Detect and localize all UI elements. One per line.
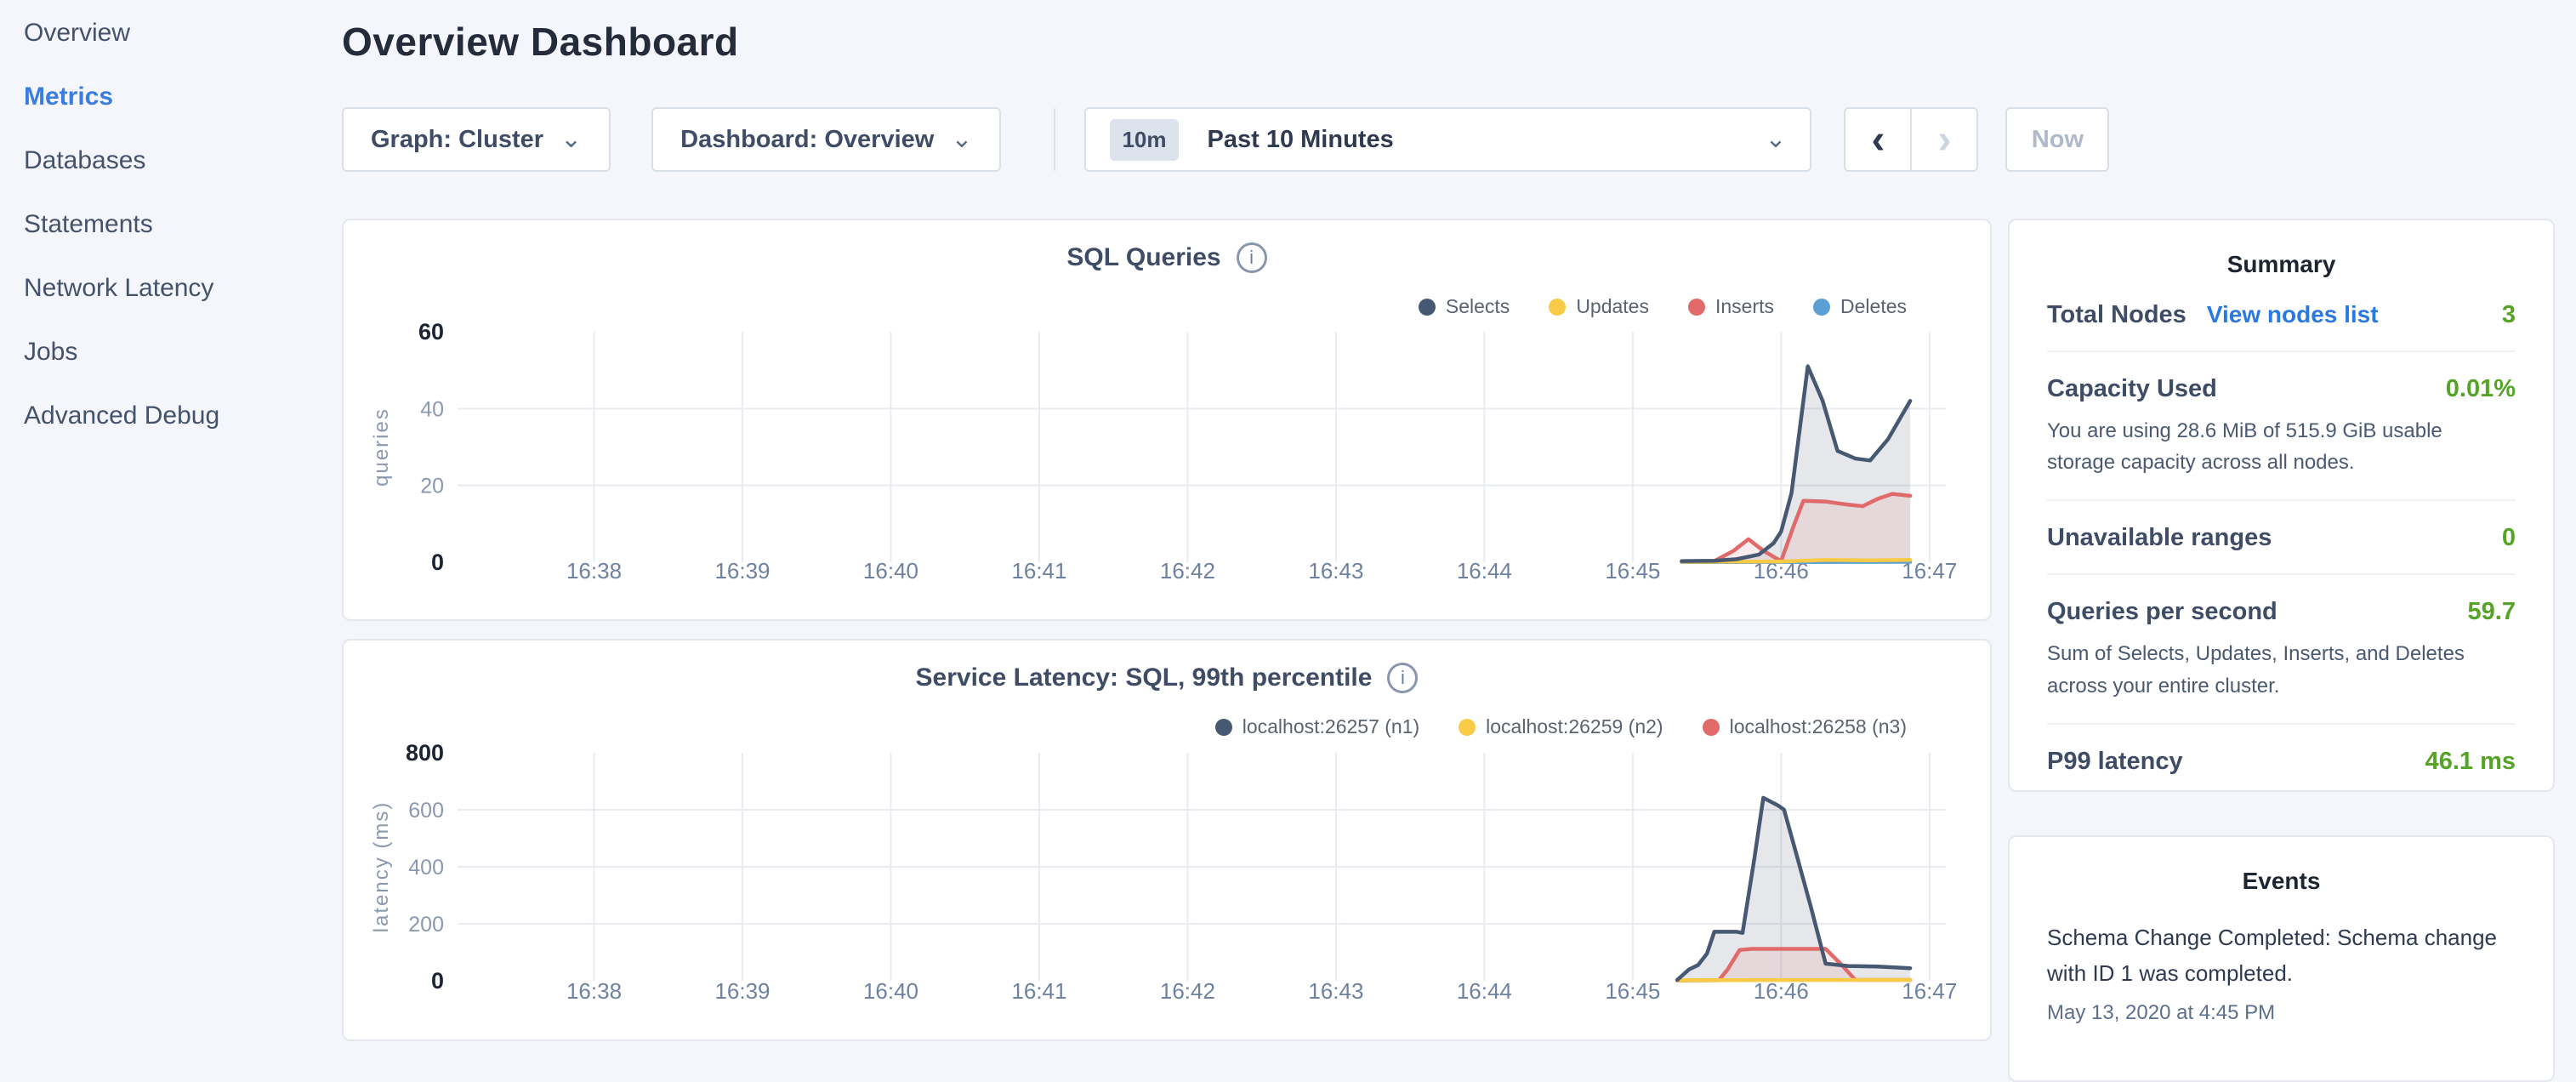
y-tick-label: 20: [420, 475, 444, 498]
x-tick-label: 16:39: [714, 978, 770, 1004]
sidebar-item-network-latency[interactable]: Network Latency: [0, 256, 337, 320]
events-panel: Events Schema Change Completed: Schema c…: [2008, 835, 2555, 1082]
time-range-label: Past 10 Minutes: [1208, 126, 1394, 154]
x-tick-label: 16:41: [1011, 558, 1066, 584]
event-item[interactable]: Schema Change Completed: Schema change w…: [2047, 920, 2516, 1025]
x-tick-label: 16:41: [1011, 978, 1066, 1004]
summary-row-value: 46.1 ms: [2425, 748, 2516, 776]
y-axis-title: latency (ms): [370, 801, 393, 933]
x-tick-label: 16:46: [1754, 978, 1809, 1004]
sql-queries-chart-card: SQL Queries i SelectsUpdatesInsertsDelet…: [342, 219, 1992, 621]
x-tick-label: 16:45: [1605, 978, 1660, 1004]
y-tick-label: 60: [418, 319, 444, 345]
x-tick-label: 16:40: [863, 558, 918, 584]
time-nav-group: ‹ ›: [1844, 107, 1978, 172]
service-latency-plot[interactable]: 16:38 16:39 16:40 16:41 16:42 16:43 16:44 16:45…: [344, 641, 1990, 1039]
sidebar: OverviewMetricsDatabasesStatementsNetwor…: [0, 0, 337, 447]
view-nodes-link[interactable]: View nodes list: [2207, 301, 2379, 328]
x-tick-label: 16:39: [714, 558, 770, 584]
y-tick-label: 0: [431, 550, 444, 575]
event-timestamp: May 13, 2020 at 4:45 PM: [2047, 1001, 2516, 1025]
x-tick-label: 16:38: [566, 978, 622, 1004]
summary-row-label: Unavailable ranges: [2047, 524, 2272, 552]
controls-divider: [1054, 108, 1055, 171]
x-tick-label: 16:40: [863, 978, 918, 1004]
sidebar-item-advanced-debug[interactable]: Advanced Debug: [0, 384, 337, 447]
x-tick-label: 16:47: [1902, 978, 1957, 1004]
summary-row: Unavailable ranges 0: [2047, 501, 2516, 575]
summary-row-label: Queries per second: [2047, 598, 2277, 626]
summary-panel: Summary Total Nodes View nodes list 3 Capac…: [2008, 219, 2555, 792]
chevron-down-icon: ⌄: [1765, 127, 1786, 152]
events-title: Events: [2047, 868, 2516, 895]
y-tick-label: 600: [408, 799, 444, 823]
time-back-button[interactable]: ‹: [1845, 109, 1912, 170]
summary-row-label: Capacity Used: [2047, 375, 2217, 403]
summary-row-value: 0.01%: [2446, 375, 2516, 403]
summary-row: P99 latency 46.1 ms: [2047, 725, 2516, 797]
dashboard-dropdown-label: Dashboard: Overview: [680, 126, 934, 154]
y-tick-label: 200: [408, 913, 444, 937]
chevron-down-icon: ⌄: [951, 127, 972, 152]
sidebar-nav: OverviewMetricsDatabasesStatementsNetwor…: [0, 1, 337, 447]
summary-row: Queries per second 59.7 Sum of Selects, Up…: [2047, 575, 2516, 724]
x-tick-label: 16:45: [1605, 558, 1660, 584]
time-forward-button[interactable]: ›: [1912, 109, 1976, 170]
summary-row: Total Nodes View nodes list 3: [2047, 278, 2516, 352]
summary-title: Summary: [2047, 251, 2516, 278]
controls-bar: Graph: Cluster ⌄ Dashboard: Overview ⌄ 1…: [342, 107, 2109, 172]
summary-row-value: 59.7: [2468, 598, 2516, 626]
service-latency-chart-card: Service Latency: SQL, 99th percentile i …: [342, 639, 1992, 1041]
summary-row-description: You are using 28.6 MiB of 515.9 GiB usab…: [2047, 415, 2516, 478]
dashboard-dropdown[interactable]: Dashboard: Overview ⌄: [651, 107, 1001, 172]
summary-row-value: 3: [2502, 301, 2516, 329]
sql-queries-plot[interactable]: 16:38 16:39 16:40 16:41 16:42 16:43 16:44 16:45…: [344, 220, 1990, 619]
x-tick-label: 16:42: [1160, 978, 1215, 1004]
summary-row-description: Sum of Selects, Updates, Inserts, and De…: [2047, 638, 2516, 701]
y-tick-label: 800: [406, 740, 444, 766]
x-tick-label: 16:44: [1457, 978, 1512, 1004]
time-range-dropdown[interactable]: 10m Past 10 Minutes ⌄: [1084, 107, 1811, 172]
summary-rows: Total Nodes View nodes list 3 Capacity Used…: [2047, 278, 2516, 797]
sidebar-item-overview[interactable]: Overview: [0, 1, 337, 65]
graph-dropdown[interactable]: Graph: Cluster ⌄: [342, 107, 611, 172]
x-tick-label: 16:43: [1308, 558, 1363, 584]
time-range-badge: 10m: [1110, 119, 1178, 161]
events-list: Schema Change Completed: Schema change w…: [2047, 920, 2516, 1025]
y-tick-label: 400: [408, 856, 444, 880]
y-tick-label: 0: [431, 968, 444, 994]
summary-row-label: Total Nodes: [2047, 301, 2186, 329]
x-tick-label: 16:42: [1160, 558, 1215, 584]
summary-row-label: P99 latency: [2047, 748, 2183, 776]
page-title: Overview Dashboard: [342, 19, 739, 65]
x-tick-label: 16:38: [566, 558, 622, 584]
y-tick-label: 40: [420, 397, 444, 421]
y-axis-title: queries: [370, 407, 393, 487]
event-text: Schema Change Completed: Schema change w…: [2047, 920, 2516, 991]
now-button[interactable]: Now: [2005, 107, 2109, 172]
sidebar-item-databases[interactable]: Databases: [0, 128, 337, 192]
sidebar-item-statements[interactable]: Statements: [0, 192, 337, 256]
summary-row: Capacity Used 0.01% You are using 28.6 MiB…: [2047, 352, 2516, 501]
sidebar-item-jobs[interactable]: Jobs: [0, 320, 337, 384]
summary-row-value: 0: [2502, 524, 2516, 552]
graph-dropdown-label: Graph: Cluster: [371, 126, 543, 154]
sidebar-item-metrics[interactable]: Metrics: [0, 65, 337, 128]
chevron-down-icon: ⌄: [560, 127, 582, 152]
x-tick-label: 16:43: [1308, 978, 1363, 1004]
x-tick-label: 16:44: [1457, 558, 1512, 584]
